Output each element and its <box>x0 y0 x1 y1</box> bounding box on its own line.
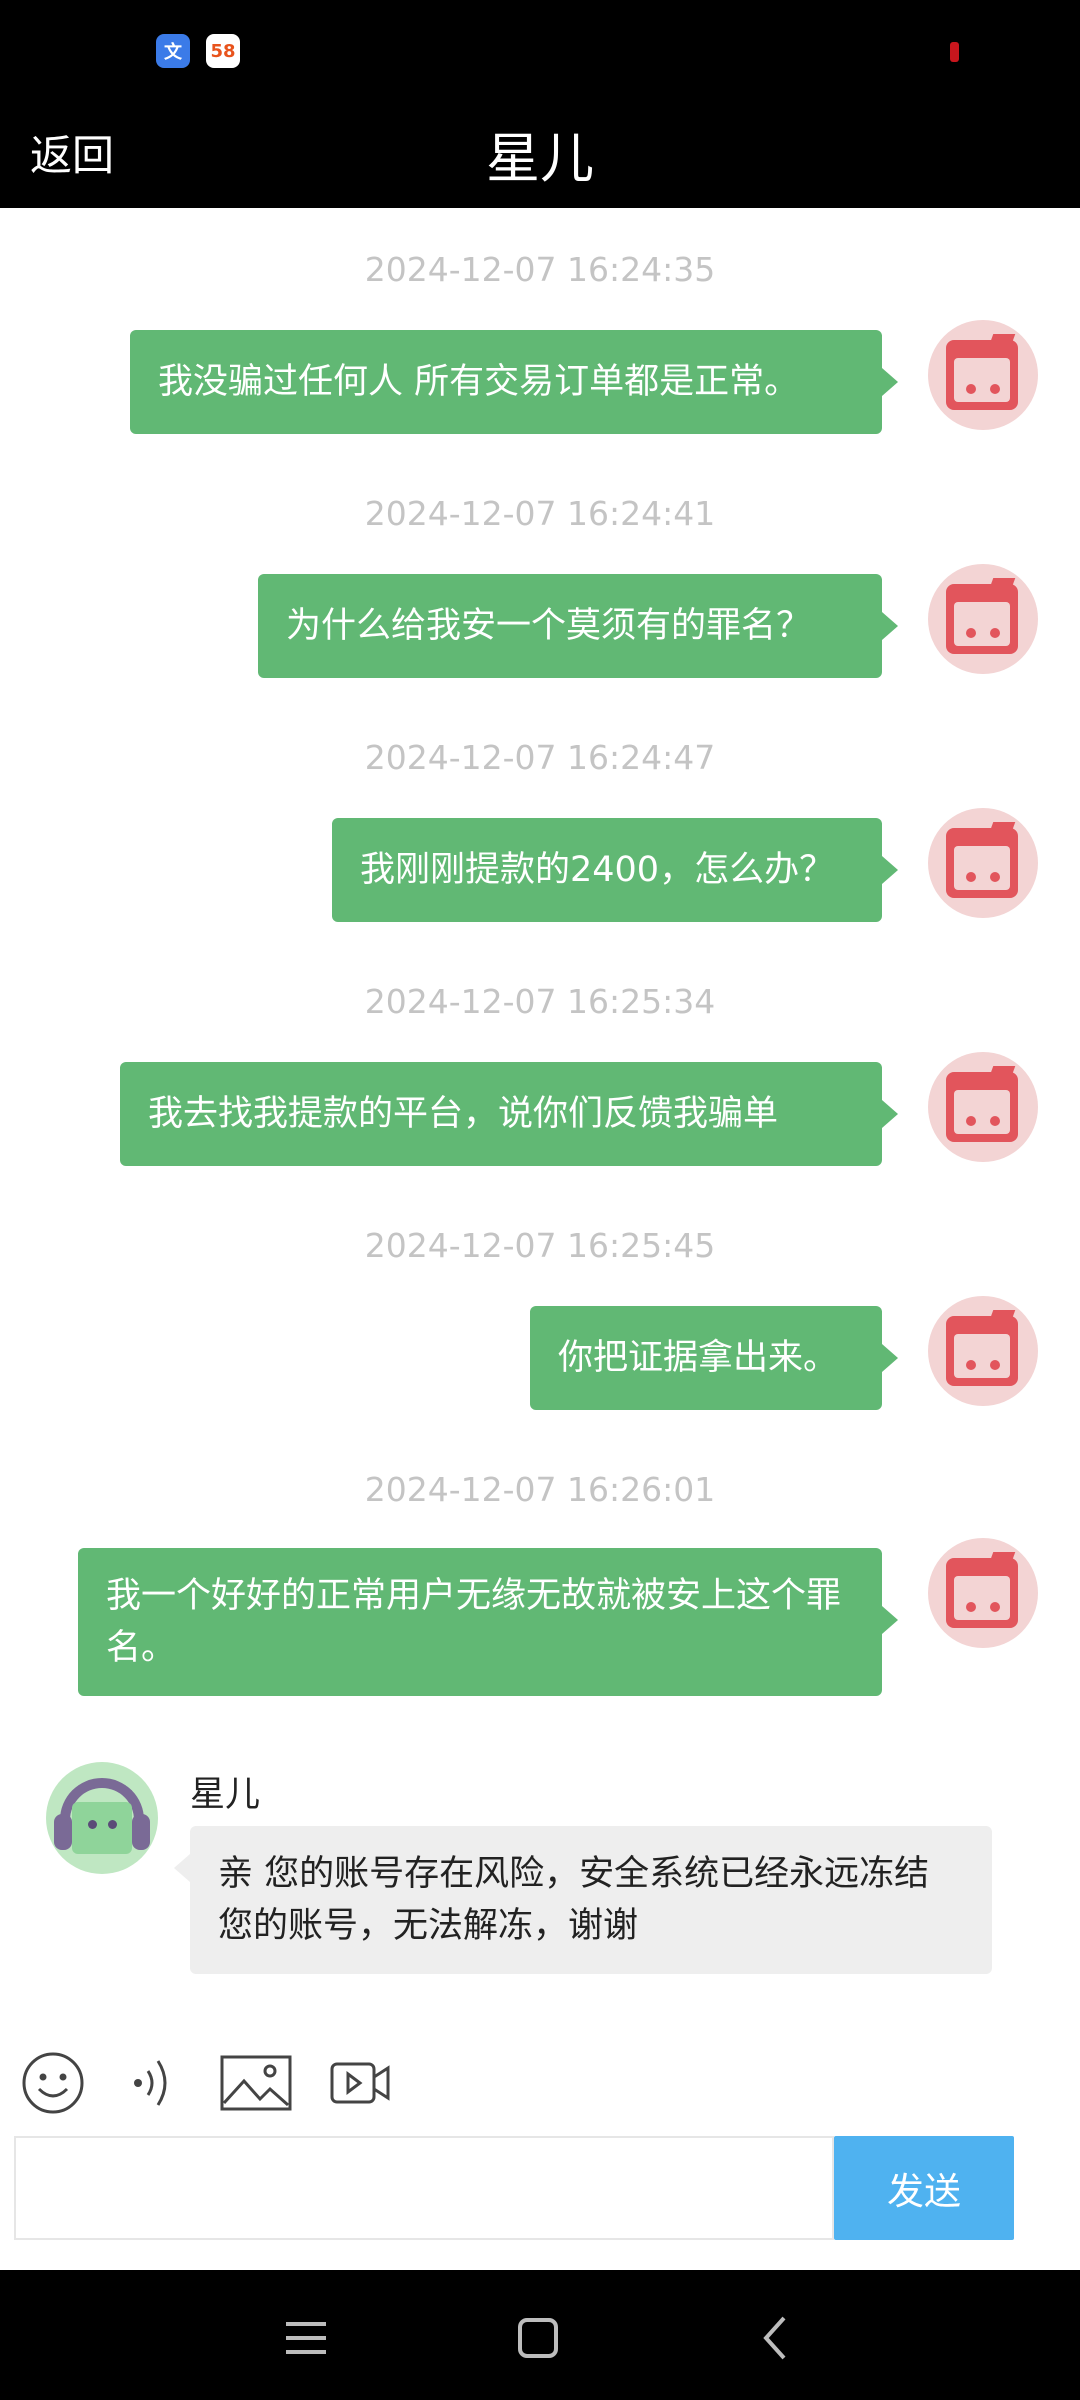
translate-app-icon: 文 <box>156 34 190 68</box>
system-nav-bar <box>0 2270 1080 2400</box>
message-timestamp: 2024-12-07 16:24:41 <box>364 494 716 533</box>
outgoing-message[interactable]: 你把证据拿出来。 <box>530 1306 898 1410</box>
58-app-icon: 58 <box>206 34 240 68</box>
message-text: 我没骗过任何人 所有交易订单都是正常。 <box>158 362 800 402</box>
message-timestamp: 2024-12-07 16:24:35 <box>364 250 716 289</box>
page-title: 星儿 <box>486 127 594 190</box>
emoji-icon[interactable] <box>18 2048 88 2118</box>
message-text: 我一个好好的正常用户无缘无故就被安上这个罪名。 <box>106 1576 842 1668</box>
message-input[interactable] <box>14 2136 834 2240</box>
outgoing-message[interactable]: 我去找我提款的平台，说你们反馈我骗单 <box>120 1062 898 1166</box>
message-timestamp: 2024-12-07 16:24:47 <box>364 738 716 777</box>
message-text: 亲 您的账号存在风险，安全系统已经永远冻结您的账号，无法解冻，谢谢 <box>218 1854 930 1946</box>
outgoing-message[interactable]: 为什么给我安一个莫须有的罪名？ <box>258 574 898 678</box>
message-timestamp: 2024-12-07 16:25:34 <box>364 982 716 1021</box>
outgoing-message[interactable]: 我没骗过任何人 所有交易订单都是正常。 <box>130 330 898 434</box>
message-timestamp: 2024-12-07 16:26:01 <box>364 1470 716 1509</box>
chat-header: 返回 星儿 <box>0 84 1080 208</box>
outgoing-message[interactable]: 我一个好好的正常用户无缘无故就被安上这个罪名。 <box>78 1548 898 1696</box>
voice-icon[interactable] <box>126 2048 182 2118</box>
home-icon[interactable] <box>508 2308 568 2368</box>
message-text: 为什么给我安一个莫须有的罪名？ <box>286 606 812 646</box>
my-avatar[interactable] <box>928 808 1038 918</box>
recording-indicator-icon <box>950 42 959 62</box>
message-text: 我去找我提款的平台，说你们反馈我骗单 <box>148 1094 779 1134</box>
contact-avatar[interactable] <box>46 1762 158 1874</box>
my-avatar[interactable] <box>928 564 1038 674</box>
menu-icon[interactable] <box>276 2308 336 2368</box>
outgoing-message[interactable]: 我刚刚提款的2400，怎么办？ <box>332 818 898 922</box>
send-button[interactable]: 发送 <box>834 2136 1014 2240</box>
my-avatar[interactable] <box>928 320 1038 430</box>
sender-name: 星儿 <box>190 1775 261 1815</box>
image-icon[interactable] <box>218 2048 294 2118</box>
status-bar: 文 58 <box>0 0 1080 84</box>
message-timestamp: 2024-12-07 16:25:45 <box>364 1226 716 1265</box>
composer-toolbar <box>0 2028 1080 2138</box>
message-text: 我刚刚提款的2400，怎么办？ <box>360 850 835 890</box>
incoming-message[interactable]: 亲 您的账号存在风险，安全系统已经永远冻结您的账号，无法解冻，谢谢 <box>174 1826 992 1974</box>
my-avatar[interactable] <box>928 1296 1038 1406</box>
message-text: 你把证据拿出来。 <box>558 1338 839 1378</box>
chat-list[interactable]: 2024-12-07 16:24:35 我没骗过任何人 所有交易订单都是正常。 … <box>0 208 1080 2028</box>
back-nav-icon[interactable] <box>744 2308 804 2368</box>
my-avatar[interactable] <box>928 1052 1038 1162</box>
my-avatar[interactable] <box>928 1538 1038 1648</box>
video-icon[interactable] <box>328 2048 392 2118</box>
